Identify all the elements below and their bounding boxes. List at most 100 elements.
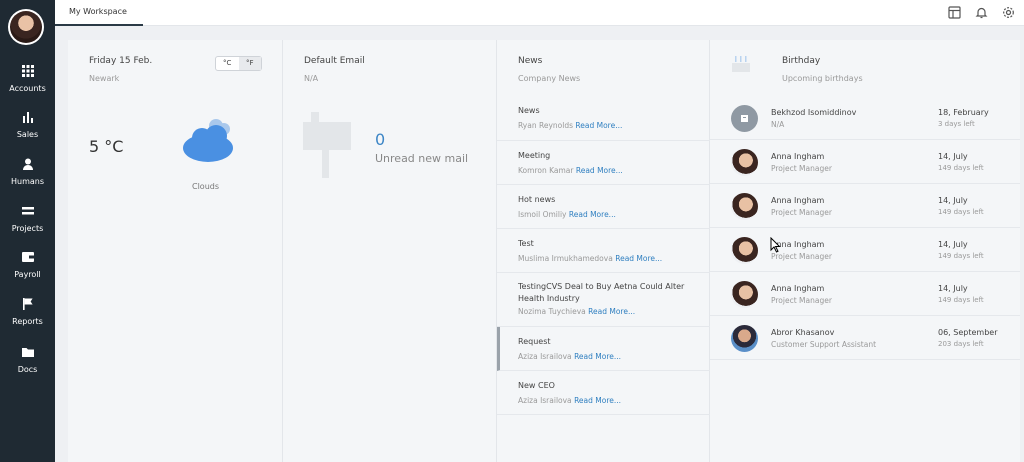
- avatar: [731, 193, 758, 220]
- news-item-author: Muslima Irmukhamedova Read More...: [518, 254, 662, 263]
- cloud-icon: [183, 119, 233, 162]
- birthday-days-left: 149 days left: [938, 296, 984, 304]
- bell-icon[interactable]: [975, 6, 988, 19]
- sidebar-item-label: Payroll: [14, 270, 41, 279]
- birthday-role: N/A: [771, 120, 785, 129]
- news-item-author: Aziza Israilova Read More...: [518, 352, 621, 361]
- news-author: Nozima Tuychieva: [518, 307, 586, 316]
- birthday-days-left: 3 days left: [938, 120, 975, 128]
- user-avatar[interactable]: [8, 9, 44, 45]
- tab-my-workspace[interactable]: My Workspace: [55, 0, 143, 26]
- birthday-date: 14, July: [938, 240, 968, 249]
- birthday-role: Project Manager: [771, 296, 832, 305]
- birthday-date: 06, September: [938, 328, 998, 337]
- birthday-row[interactable]: Anna Ingham Project Manager 14, July 149…: [710, 272, 1020, 316]
- birthday-row[interactable]: Abror Khasanov Customer Support Assistan…: [710, 316, 1020, 360]
- read-more-link[interactable]: Read More...: [576, 166, 623, 175]
- news-item-title: Test: [518, 239, 534, 248]
- birthday-title: Birthday: [782, 56, 821, 66]
- news-item-author: Komron Kamar Read More...: [518, 166, 623, 175]
- news-item[interactable]: New CEO Aziza Israilova Read More...: [497, 371, 710, 415]
- read-more-link[interactable]: Read More...: [615, 254, 662, 263]
- news-subtitle: Company News: [518, 74, 581, 83]
- sidebar-item-accounts[interactable]: Accounts: [0, 64, 55, 93]
- birthday-name: Anna Ingham: [771, 196, 825, 205]
- news-item-title: Hot news: [518, 195, 556, 204]
- read-more-link[interactable]: Read More...: [569, 210, 616, 219]
- weather-date: Friday 15 Feb.: [89, 56, 153, 66]
- top-bar: My Workspace: [55, 0, 1024, 26]
- fahrenheit-option[interactable]: °F: [238, 57, 261, 70]
- birthday-subtitle: Upcoming birthdays: [782, 74, 863, 83]
- news-item-author: Aziza Israilova Read More...: [518, 396, 621, 405]
- news-author: Ryan Reynolds: [518, 121, 573, 130]
- birthday-row[interactable]: Anna Ingham Project Manager 14, July 149…: [710, 140, 1020, 184]
- avatar: [731, 325, 758, 352]
- birthday-days-left: 149 days left: [938, 164, 984, 172]
- news-author: Aziza Israilova: [518, 396, 572, 405]
- news-author: Muslima Irmukhamedova: [518, 254, 613, 263]
- read-more-link[interactable]: Read More...: [588, 307, 635, 316]
- celsius-option[interactable]: °C: [216, 57, 239, 70]
- read-more-link[interactable]: Read More...: [574, 352, 621, 361]
- read-more-link[interactable]: Read More...: [574, 396, 621, 405]
- sidebar-item-humans[interactable]: Humans: [0, 157, 55, 186]
- birthday-name: Anna Ingham: [771, 284, 825, 293]
- sidebar-item-label: Accounts: [9, 84, 46, 93]
- news-item-title: New CEO: [518, 381, 555, 390]
- email-title: Default Email: [304, 56, 365, 66]
- news-item-title: Meeting: [518, 151, 551, 160]
- image-icon: [741, 115, 748, 122]
- sidebar-item-projects[interactable]: Projects: [0, 204, 55, 233]
- news-item-author: Ismoil Omiliy Read More...: [518, 210, 616, 219]
- weather-city: Newark: [89, 74, 120, 83]
- sidebar-item-label: Sales: [16, 130, 39, 139]
- news-item-title: TestingCVS Deal to Buy Aetna Could Alter…: [518, 282, 685, 303]
- birthday-role: Customer Support Assistant: [771, 340, 877, 349]
- birthday-role: Project Manager: [771, 208, 832, 217]
- temperature-unit-toggle[interactable]: °C °F: [215, 56, 262, 71]
- sidebar-item-docs[interactable]: Docs: [0, 345, 55, 374]
- sidebar: Accounts Sales Humans Projects Payroll R…: [0, 0, 55, 462]
- sidebar-item-label: Humans: [10, 177, 45, 186]
- stack-icon: [21, 207, 34, 215]
- birthday-days-left: 149 days left: [938, 208, 984, 216]
- news-item[interactable]: Meeting Komron Kamar Read More...: [497, 141, 710, 185]
- news-item-selected[interactable]: Request Aziza Israilova Read More...: [497, 327, 710, 371]
- birthday-date: 14, July: [938, 284, 968, 293]
- news-item[interactable]: News Ryan Reynolds Read More...: [497, 97, 710, 141]
- workspace-panel: Friday 15 Feb. Newark °C °F 5 °C Clouds …: [68, 40, 1020, 462]
- birthday-date: 14, July: [938, 196, 968, 205]
- birthday-row[interactable]: Anna Ingham Project Manager 14, July 149…: [710, 184, 1020, 228]
- news-item[interactable]: TestingCVS Deal to Buy Aetna Could Alter…: [497, 273, 710, 327]
- sidebar-item-reports[interactable]: Reports: [0, 297, 55, 326]
- unread-label: Unread new mail: [375, 152, 469, 165]
- avatar: [731, 237, 758, 264]
- unread-count: 0: [375, 130, 386, 149]
- sidebar-item-payroll[interactable]: Payroll: [0, 250, 55, 279]
- birthday-name: Anna Ingham: [771, 152, 825, 161]
- news-item-author: Nozima Tuychieva Read More...: [518, 307, 635, 316]
- news-title: News: [518, 56, 543, 66]
- sidebar-item-label: Projects: [11, 224, 44, 233]
- sidebar-item-label: Reports: [12, 317, 43, 326]
- birthday-row[interactable]: Anna Ingham Project Manager 14, July 149…: [710, 228, 1020, 272]
- birthday-date: 18, February: [938, 108, 989, 117]
- cake-icon: [732, 56, 750, 72]
- birthday-name: Bekhzod Isomiddinov: [771, 108, 857, 117]
- gear-icon[interactable]: [1002, 6, 1015, 19]
- read-more-link[interactable]: Read More...: [575, 121, 622, 130]
- news-item[interactable]: Hot news Ismoil Omiliy Read More...: [497, 185, 710, 229]
- sidebar-item-label: Docs: [17, 365, 38, 374]
- birthday-row[interactable]: Bekhzod Isomiddinov N/A 18, February 3 d…: [710, 96, 1020, 140]
- news-author: Aziza Israilova: [518, 352, 572, 361]
- folder-icon: [21, 348, 34, 357]
- birthday-role: Project Manager: [771, 164, 832, 173]
- avatar: [731, 149, 758, 176]
- sidebar-item-sales[interactable]: Sales: [0, 110, 55, 139]
- birthday-days-left: 203 days left: [938, 340, 984, 348]
- news-item-title: News: [518, 106, 540, 115]
- flag-icon: [22, 298, 33, 310]
- layout-icon[interactable]: [948, 6, 961, 19]
- news-item[interactable]: Test Muslima Irmukhamedova Read More...: [497, 229, 710, 273]
